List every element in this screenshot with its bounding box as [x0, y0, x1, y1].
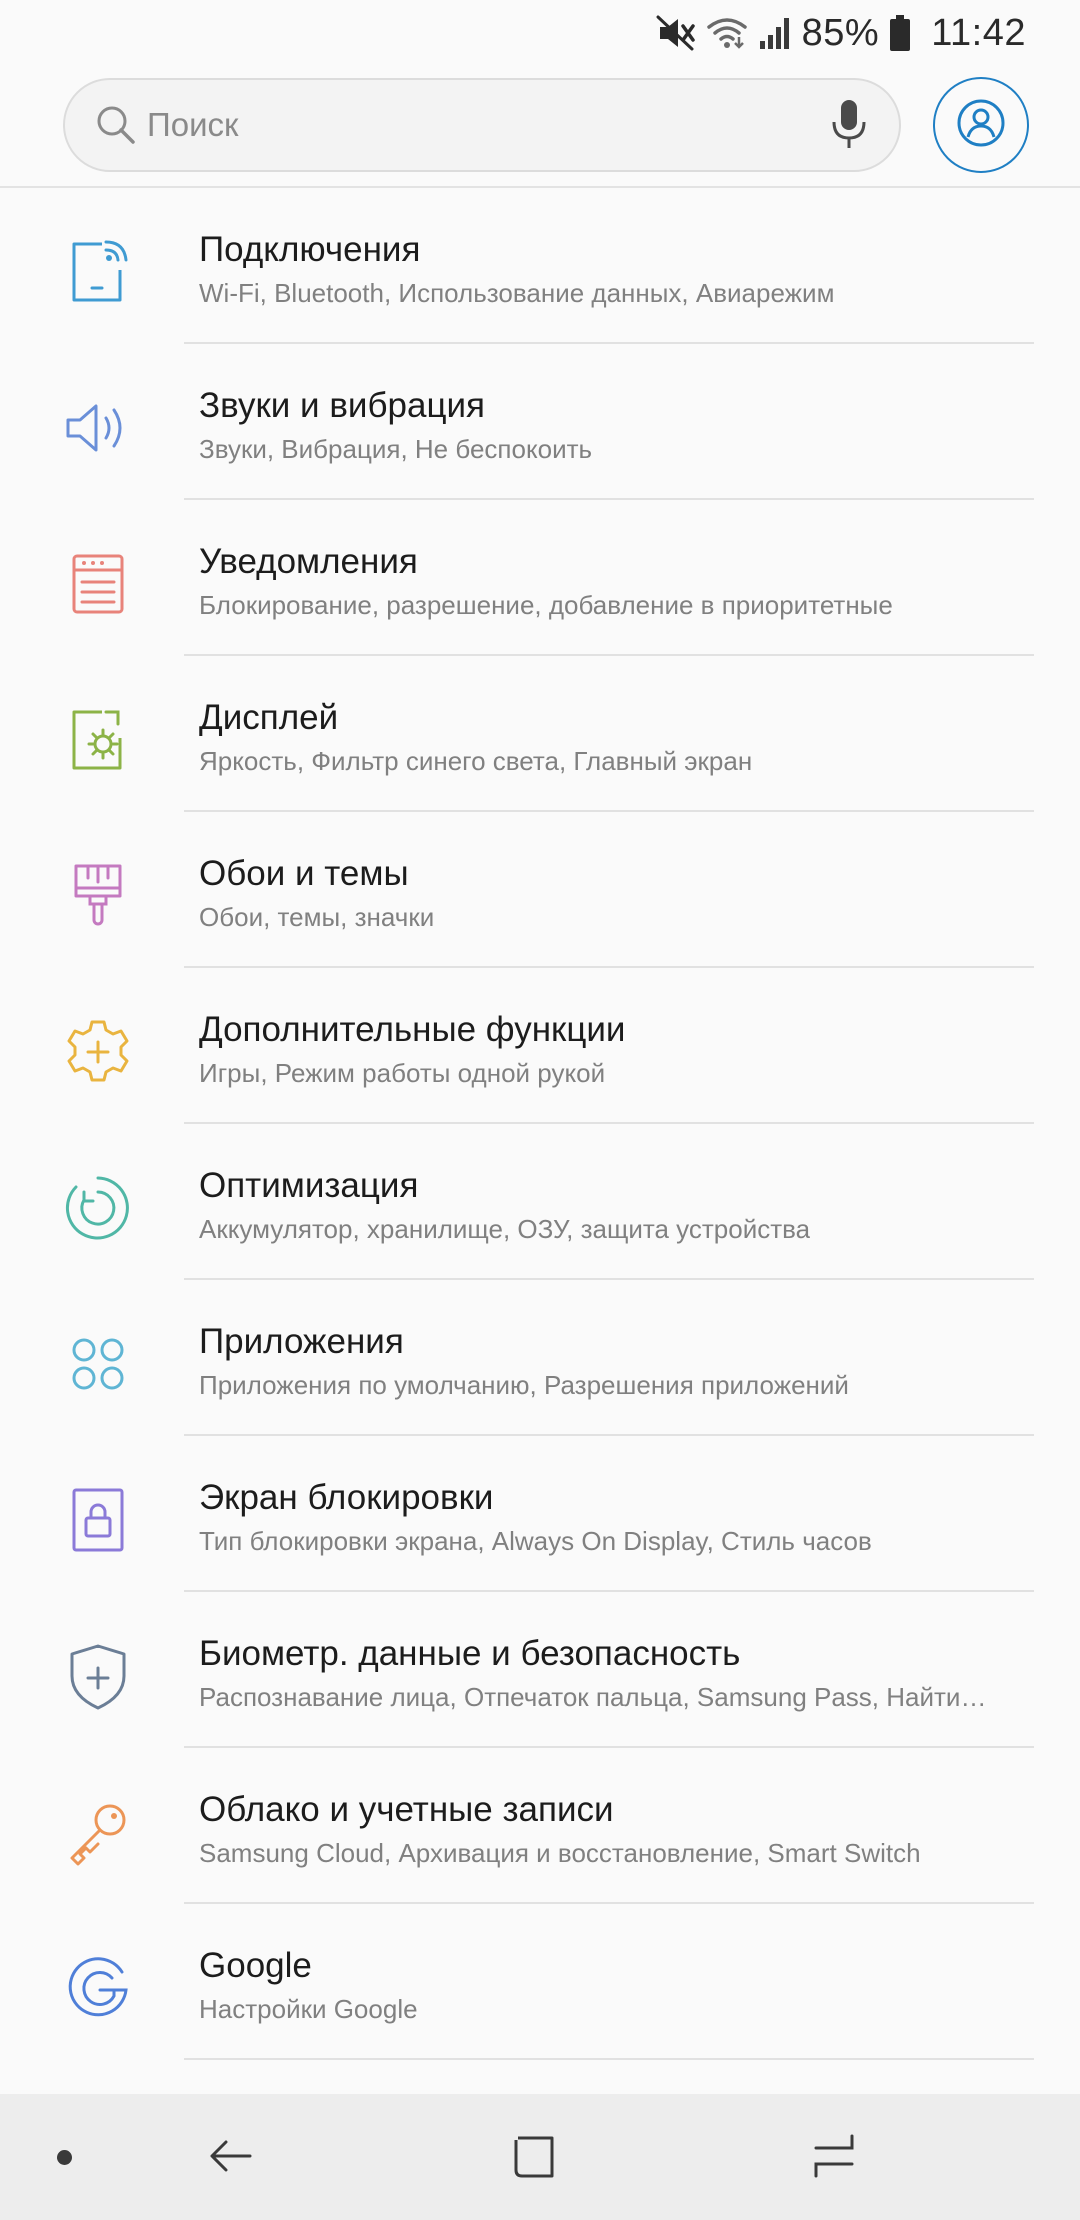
settings-item-title: Экран блокировки — [199, 1478, 494, 1517]
settings-item-google[interactable]: Google Настройки Google — [0, 1904, 1080, 2060]
user-icon — [955, 97, 1007, 154]
settings-item-cloud[interactable]: Облако и учетные записи Samsung Cloud, А… — [0, 1748, 1080, 1904]
status-bar: 85% 11:42 — [0, 0, 1080, 66]
apps-icon — [62, 1328, 134, 1400]
key-icon — [62, 1796, 134, 1868]
microphone-icon[interactable] — [829, 98, 869, 159]
home-icon[interactable] — [512, 2134, 556, 2185]
settings-item-title: Звуки и вибрация — [199, 386, 485, 425]
battery-percent: 85% — [801, 11, 880, 54]
settings-item-biometrics[interactable]: Биометр. данные и безопасность Распознав… — [0, 1592, 1080, 1748]
settings-item-subtitle: Тип блокировки экрана, Always On Display… — [199, 1526, 872, 1556]
settings-item-subtitle: Приложения по умолчанию, Разрешения прил… — [199, 1370, 849, 1400]
settings-item-title: Биометр. данные и безопасность — [199, 1634, 741, 1673]
connections-icon — [62, 236, 134, 308]
notifications-icon — [62, 548, 134, 620]
settings-list: Подключения Wi-Fi, Bluetooth, Использова… — [0, 188, 1080, 2060]
paintbrush-icon — [62, 860, 134, 932]
settings-item-apps[interactable]: Приложения Приложения по умолчанию, Разр… — [0, 1280, 1080, 1436]
account-button[interactable] — [933, 77, 1029, 173]
settings-item-title: Уведомления — [199, 542, 418, 581]
settings-item-title: Дисплей — [199, 698, 339, 737]
optimization-icon — [62, 1172, 134, 1244]
settings-item-title: Подключения — [199, 230, 421, 269]
settings-item-subtitle: Распознавание лица, Отпечаток пальца, Sa… — [199, 1682, 987, 1712]
back-icon[interactable] — [208, 2134, 252, 2183]
settings-item-wallpapers[interactable]: Обои и темы Обои, темы, значки — [0, 812, 1080, 968]
settings-item-title: Google — [199, 1946, 312, 1985]
settings-item-lockscreen[interactable]: Экран блокировки Тип блокировки экрана, … — [0, 1436, 1080, 1592]
recents-icon[interactable] — [812, 2134, 856, 2185]
settings-item-connections[interactable]: Подключения Wi-Fi, Bluetooth, Использова… — [0, 188, 1080, 344]
google-icon — [62, 1952, 134, 2024]
search-bar[interactable]: Поиск — [63, 78, 901, 172]
battery-icon — [889, 14, 911, 52]
divider — [184, 2058, 1034, 2060]
settings-item-subtitle: Блокирование, разрешение, добавление в п… — [199, 590, 893, 620]
clock: 11:42 — [931, 11, 1026, 54]
settings-item-subtitle: Samsung Cloud, Архивация и восстановлени… — [199, 1838, 921, 1868]
settings-item-subtitle: Настройки Google — [199, 1994, 418, 2024]
settings-item-subtitle: Игры, Режим работы одной рукой — [199, 1058, 606, 1088]
settings-item-title: Дополнительные функции — [199, 1010, 626, 1049]
settings-item-title: Оптимизация — [199, 1166, 419, 1205]
wifi-icon — [706, 15, 748, 51]
settings-item-subtitle: Обои, темы, значки — [199, 902, 435, 932]
display-icon — [62, 704, 134, 776]
settings-item-title: Облако и учетные записи — [199, 1790, 614, 1829]
status-icons: 85% 11:42 — [656, 8, 1026, 58]
shield-icon — [62, 1640, 134, 1712]
settings-item-subtitle: Wi-Fi, Bluetooth, Использование данных, … — [199, 278, 835, 308]
gear-plus-icon — [62, 1016, 134, 1088]
lock-icon — [62, 1484, 134, 1556]
speaker-icon — [62, 392, 134, 464]
settings-item-subtitle: Звуки, Вибрация, Не беспокоить — [199, 434, 593, 464]
mute-icon — [656, 15, 696, 51]
signal-icon — [758, 15, 792, 51]
navigation-bar — [0, 2094, 1080, 2220]
settings-item-optimization[interactable]: Оптимизация Аккумулятор, хранилище, ОЗУ,… — [0, 1124, 1080, 1280]
search-icon — [95, 104, 137, 151]
settings-item-title: Приложения — [199, 1322, 404, 1361]
settings-item-advanced[interactable]: Дополнительные функции Игры, Режим работ… — [0, 968, 1080, 1124]
settings-item-subtitle: Яркость, Фильтр синего света, Главный эк… — [199, 746, 753, 776]
nav-dot-icon[interactable] — [57, 2150, 72, 2165]
search-placeholder: Поиск — [147, 106, 239, 143]
settings-item-subtitle: Аккумулятор, хранилище, ОЗУ, защита устр… — [199, 1214, 811, 1244]
settings-item-notifications[interactable]: Уведомления Блокирование, разрешение, до… — [0, 500, 1080, 656]
settings-item-sounds[interactable]: Звуки и вибрация Звуки, Вибрация, Не бес… — [0, 344, 1080, 500]
settings-item-title: Обои и темы — [199, 854, 409, 893]
settings-item-display[interactable]: Дисплей Яркость, Фильтр синего света, Гл… — [0, 656, 1080, 812]
